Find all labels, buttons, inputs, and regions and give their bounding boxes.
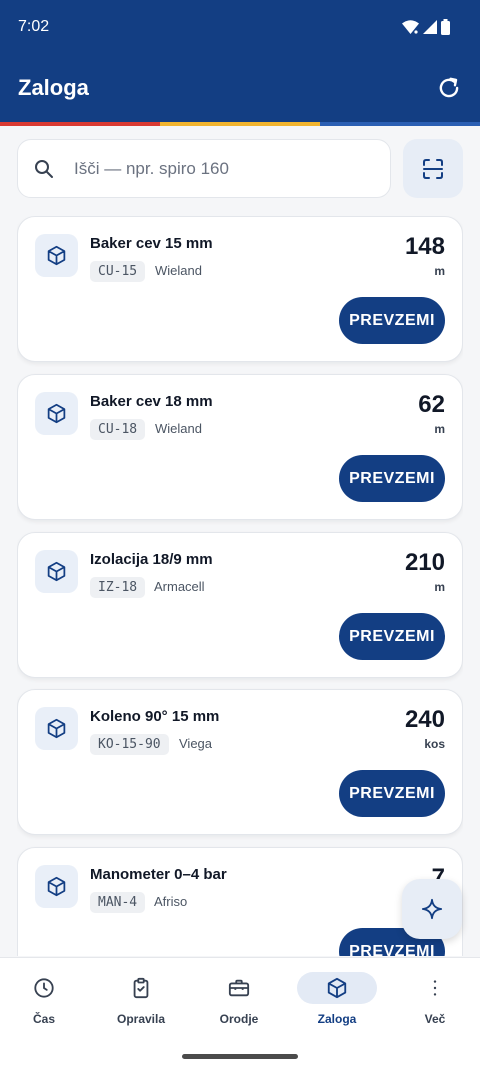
box-icon: [47, 245, 66, 266]
page-title: Zaloga: [18, 75, 89, 100]
app-bar: Zaloga: [0, 54, 480, 122]
search-field[interactable]: Išči — npr. spiro 160: [17, 139, 391, 198]
nav-item-more[interactable]: Več: [387, 972, 480, 1032]
brand-stripe-red: [0, 122, 160, 126]
item-name: Baker cev 18 mm: [90, 393, 213, 410]
nav-label: Več: [424, 1012, 446, 1026]
item-quantity: 148: [404, 233, 445, 260]
item-brand: Viega: [179, 736, 213, 751]
inventory-card: Izolacija 18/9 mm IZ-18 Armacell 210 m P…: [17, 532, 463, 678]
battery-icon: [441, 19, 450, 35]
item-sku: IZ-18: [90, 577, 146, 598]
item-name: Koleno 90° 15 mm: [90, 708, 220, 725]
inventory-card: Baker cev 15 mm CU-15 Wieland 148 m PREV…: [17, 216, 463, 362]
take-button[interactable]: PREVZEMI: [339, 613, 445, 660]
scan-icon: [423, 159, 443, 179]
nav-label: Čas: [32, 1012, 55, 1026]
nav-item-time[interactable]: Čas: [0, 972, 92, 1032]
status-time: 7:02: [18, 18, 50, 35]
item-icon-box: [35, 865, 78, 908]
item-quantity: 62: [418, 391, 445, 418]
status-bar: 7:02: [0, 0, 480, 54]
box-icon: [47, 403, 66, 424]
item-unit: m: [434, 580, 445, 594]
inventory-card: Koleno 90° 15 mm KO-15-90 Viega 240 kos …: [17, 689, 463, 835]
take-button[interactable]: PREVZEMI: [339, 770, 445, 817]
status-icons: [402, 19, 450, 35]
item-sku: CU-15: [90, 261, 146, 282]
brand-stripe-blue: [320, 122, 480, 126]
box-icon: [47, 876, 66, 897]
take-button[interactable]: PREVZEMI: [339, 297, 445, 344]
item-icon-box: [35, 392, 78, 435]
sparkle-icon: [421, 898, 443, 920]
item-name: Izolacija 18/9 mm: [90, 551, 213, 568]
inventory-list[interactable]: Baker cev 15 mm CU-15 Wieland 148 m PREV…: [17, 216, 463, 956]
nav-item-tools[interactable]: Orodje: [191, 972, 287, 1032]
refresh-icon[interactable]: [436, 75, 462, 101]
brand-stripe-yellow: [160, 122, 320, 126]
item-icon-box: [35, 550, 78, 593]
home-indicator[interactable]: [182, 1054, 298, 1059]
item-icon-box: [35, 707, 78, 750]
box-icon: [327, 977, 347, 999]
item-quantity: 210: [404, 549, 445, 576]
search-icon: [35, 160, 53, 178]
wifi-icon: [402, 20, 419, 34]
item-brand: Wieland: [155, 263, 202, 278]
bottom-navigation: Čas Opravila Orodje Zaloga Več: [0, 957, 480, 1069]
item-name: Manometer 0–4 bar: [90, 866, 227, 883]
item-brand: Armacell: [154, 579, 205, 594]
box-icon: [47, 561, 66, 582]
item-brand: Afriso: [154, 894, 188, 909]
search-input[interactable]: Išči — npr. spiro 160: [74, 159, 229, 179]
nav-item-stock[interactable]: Zaloga: [289, 972, 385, 1032]
scan-button[interactable]: [403, 139, 463, 198]
item-sku: MAN-4: [90, 892, 146, 913]
box-icon: [47, 718, 66, 739]
item-unit: m: [434, 422, 445, 436]
item-icon-box: [35, 234, 78, 277]
inventory-card: Baker cev 18 mm CU-18 Wieland 62 m PREVZ…: [17, 374, 463, 520]
nav-label: Opravila: [116, 1012, 166, 1026]
nav-label: Zaloga: [317, 1012, 357, 1026]
take-button[interactable]: PREVZEMI: [339, 455, 445, 502]
more-vert-icon: [433, 980, 437, 996]
item-sku: KO-15-90: [90, 734, 169, 755]
item-unit: m: [434, 264, 445, 278]
inventory-card: Manometer 0–4 bar MAN-4 Afriso 7 kos PRE…: [17, 847, 463, 956]
nav-label: Orodje: [219, 1012, 259, 1026]
clock-icon: [34, 978, 54, 998]
item-name: Baker cev 15 mm: [90, 235, 213, 252]
item-unit: kos: [424, 737, 445, 751]
item-sku: CU-18: [90, 419, 146, 440]
item-brand: Wieland: [155, 421, 202, 436]
toolbox-icon: [228, 979, 250, 997]
nav-item-tasks[interactable]: Opravila: [93, 972, 189, 1032]
assistant-fab[interactable]: [402, 879, 462, 939]
item-quantity: 240: [404, 706, 445, 733]
clipboard-check-icon: [133, 977, 149, 999]
signal-icon: [423, 20, 437, 34]
